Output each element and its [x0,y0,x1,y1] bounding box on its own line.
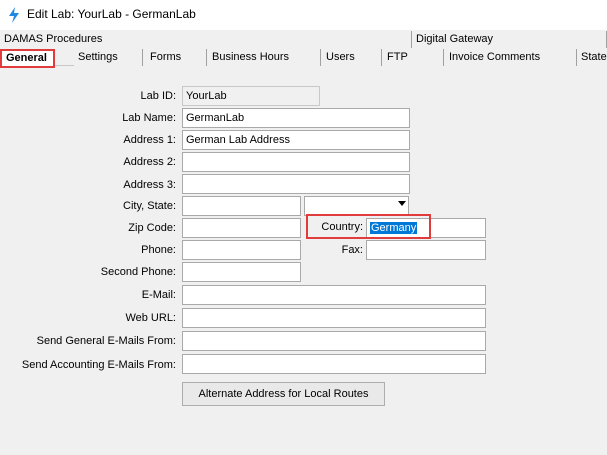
state-dropdown[interactable] [304,196,409,216]
tab-row-front: Settings Forms Business Hours Users FTP … [0,49,607,68]
accounting-emails-from-input[interactable] [182,354,486,374]
web-url-input[interactable] [182,308,486,328]
city-state-label: City, State: [123,200,176,212]
zip-label: Zip Code: [128,222,176,234]
web-url-label: Web URL: [125,312,176,324]
tab-row-back: DAMAS Procedures Digital Gateway [0,31,607,48]
lab-id-field: YourLab [182,86,320,106]
tab-ftp[interactable]: FTP [382,49,444,66]
tab-general[interactable]: General [0,49,55,68]
tab-invoice-comments[interactable]: Invoice Comments [444,49,577,66]
general-emails-from-input[interactable] [182,331,486,351]
tab-forms[interactable]: Forms [143,49,207,66]
title-bar: Edit Lab: YourLab - GermanLab [0,0,607,30]
tab-settings[interactable]: Settings [74,49,143,66]
accounting-emails-from-label: Send Accounting E-Mails From: [21,359,176,371]
email-input[interactable] [182,285,486,305]
second-phone-input[interactable] [182,262,301,282]
address1-label: Address 1: [123,134,176,146]
address2-input[interactable] [182,152,410,172]
city-input[interactable] [182,196,301,216]
app-logo-icon [9,7,19,23]
phone-input[interactable] [182,240,301,260]
phone-label: Phone: [141,244,176,256]
lab-name-input[interactable]: GermanLab [182,108,410,128]
fax-input[interactable] [366,240,486,260]
tab-business-hours[interactable]: Business Hours [207,49,321,66]
address1-input[interactable]: German Lab Address [182,130,410,150]
window-title: Edit Lab: YourLab - GermanLab [27,7,196,21]
zip-input[interactable] [182,218,301,238]
tab-digital-gateway[interactable]: Digital Gateway [412,31,607,48]
tab-state[interactable]: State [577,49,607,66]
fax-label: Fax: [341,244,363,256]
tab-users[interactable]: Users [321,49,382,66]
chevron-down-icon[interactable] [398,201,406,206]
lab-name-label: Lab Name: [122,112,176,124]
alternate-address-button[interactable]: Alternate Address for Local Routes [182,382,385,406]
second-phone-label: Second Phone: [100,266,176,278]
email-label: E-Mail: [141,289,176,301]
general-emails-from-label: Send General E-Mails From: [36,335,176,347]
lab-id-label: Lab ID: [140,90,176,102]
tab-damas-procedures[interactable]: DAMAS Procedures [0,31,412,48]
highlight-box-country [306,214,431,239]
address3-label: Address 3: [123,179,176,191]
address3-input[interactable] [182,174,410,194]
address2-label: Address 2: [123,156,176,168]
